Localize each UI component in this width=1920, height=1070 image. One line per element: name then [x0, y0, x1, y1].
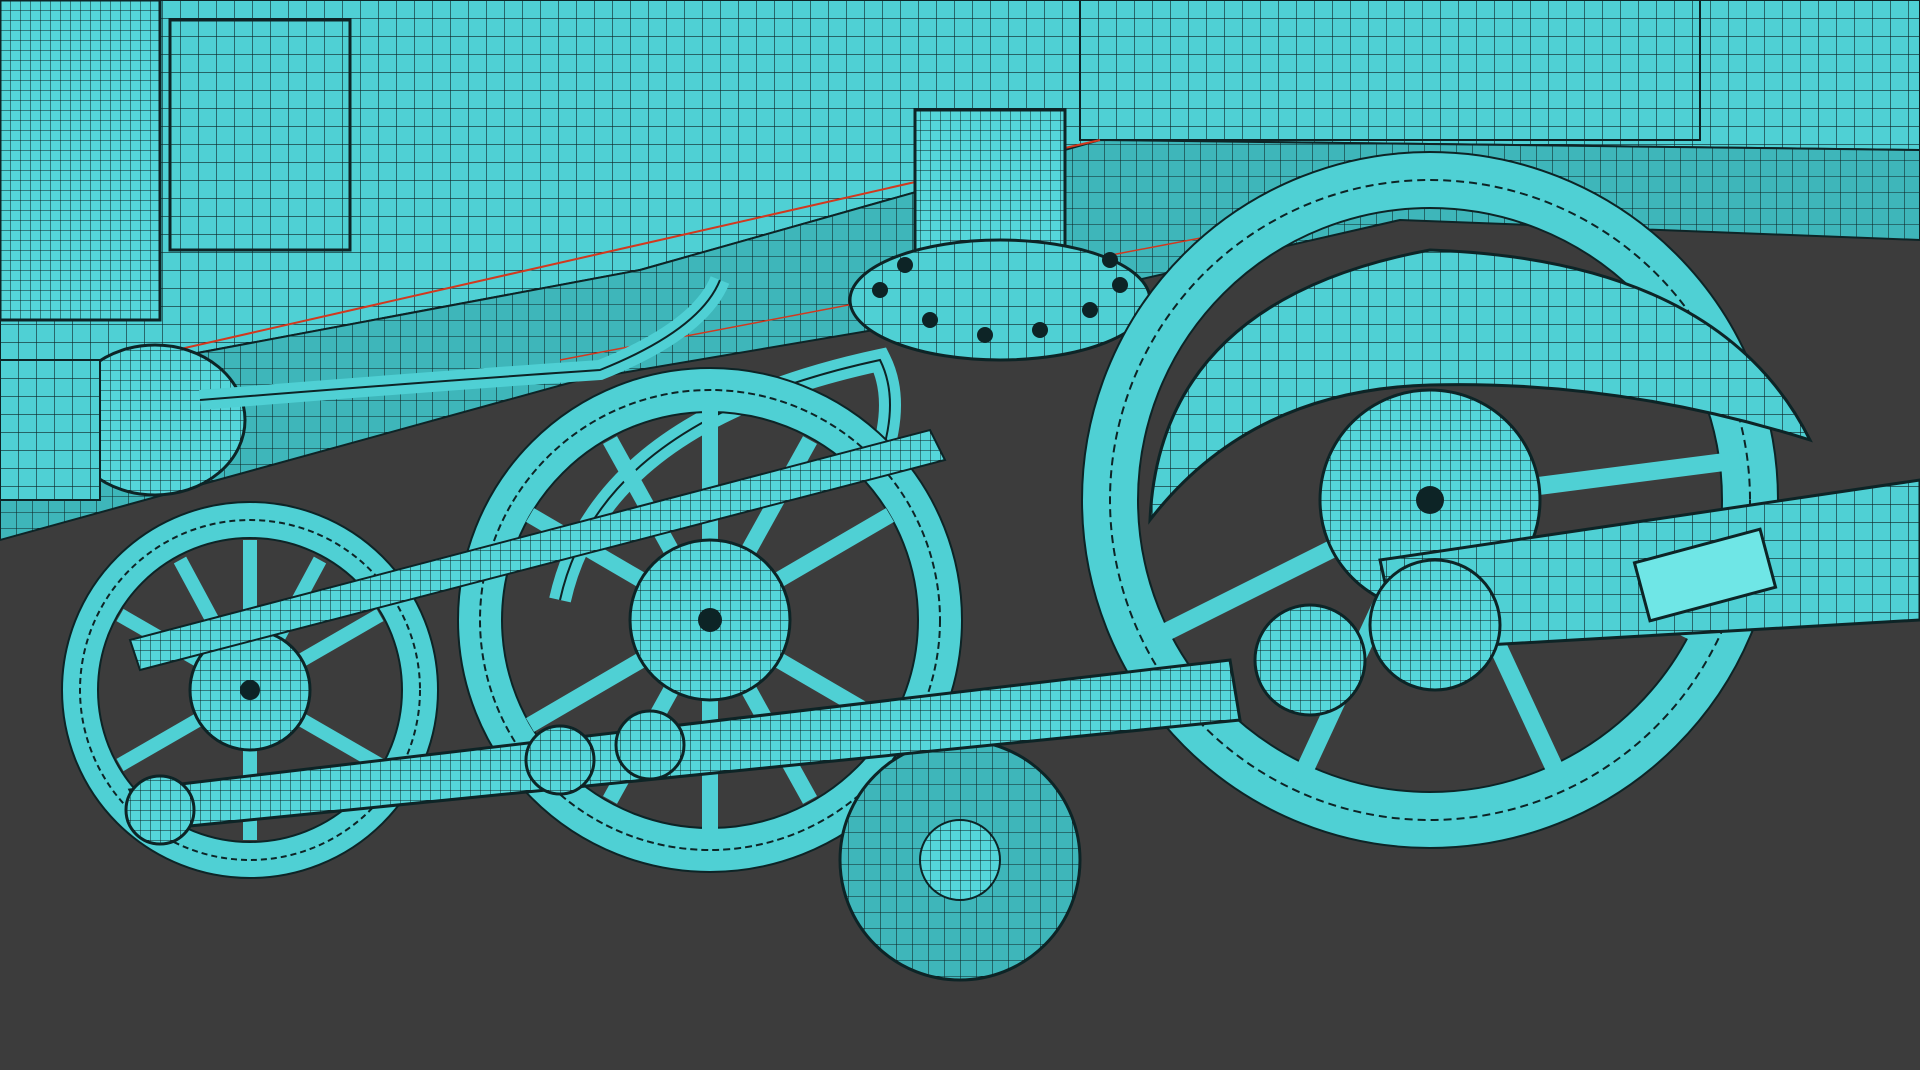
3d-viewport[interactable]	[0, 0, 1920, 1070]
wireframe-render	[0, 0, 1920, 982]
wheel-lower-small	[838, 738, 1082, 982]
wheel-front-large	[1081, 151, 1813, 849]
front-steam-dome	[0, 343, 247, 501]
